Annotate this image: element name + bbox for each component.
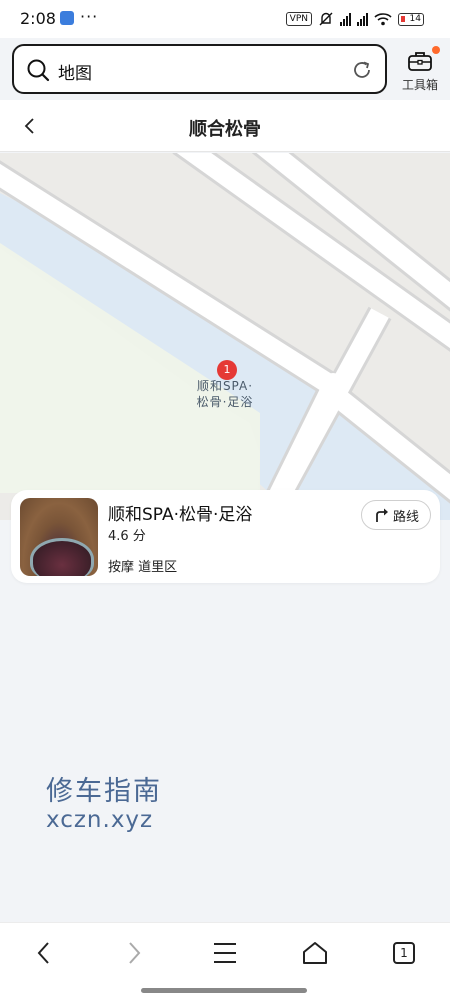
status-icons: VPN 14 [285, 10, 424, 28]
map-view[interactable] [0, 153, 450, 520]
status-bar: 2:08 ··· VPN 14 [0, 0, 450, 38]
nav-forward-button[interactable] [114, 937, 154, 969]
map-marker[interactable]: 1 [217, 360, 237, 380]
map-label-line-1: 顺和SPA· [196, 379, 254, 393]
back-arrow-icon [37, 942, 49, 964]
tab-count: 1 [393, 942, 415, 964]
refresh-icon[interactable] [351, 59, 373, 81]
page-title: 顺合松骨 [189, 119, 261, 140]
watermark-url: xczn.xyz [46, 807, 154, 833]
nav-menu-button[interactable] [205, 937, 245, 969]
poi-category-district: 按摩 道里区 [108, 560, 178, 575]
more-notifications-icon: ··· [80, 7, 99, 26]
signal-icon-2 [357, 12, 368, 26]
poi-name: 顺和SPA·松骨·足浴 [108, 505, 253, 525]
signal-icon [340, 12, 351, 26]
nav-home-button[interactable] [295, 937, 335, 969]
battery-icon: 14 [398, 12, 424, 26]
map-canvas [0, 153, 450, 520]
nav-tabs-button[interactable]: 1 [384, 937, 424, 969]
nav-back-button[interactable] [24, 937, 64, 969]
toolbox-icon [408, 52, 432, 71]
poi-card[interactable]: 顺和SPA·松骨·足浴 4.6 分 按摩 道里区 路线 [11, 490, 440, 583]
poi-rating: 4.6 分 [108, 529, 146, 544]
search-input[interactable]: 地图 [12, 44, 387, 94]
route-icon [376, 508, 388, 522]
watermark: 修车指南 xczn.xyz [46, 776, 162, 832]
poi-photo [20, 498, 98, 576]
route-button[interactable]: 路线 [361, 500, 431, 530]
search-icon [27, 59, 50, 82]
route-button-label: 路线 [392, 509, 419, 525]
map-label-line-2: 松骨·足浴 [196, 395, 254, 409]
home-icon [303, 942, 327, 964]
menu-icon [214, 943, 236, 963]
status-time: 2:08 [20, 9, 56, 28]
wifi-icon [374, 13, 392, 26]
search-input-value: 地图 [58, 64, 92, 84]
vpn-icon: VPN [285, 12, 312, 26]
home-indicator[interactable] [141, 988, 307, 993]
forward-arrow-icon [129, 942, 141, 964]
toolbox-button[interactable]: 工具箱 [398, 46, 442, 94]
mute-icon [319, 12, 333, 26]
app-notification-icon [60, 11, 74, 25]
title-bar: 顺合松骨 [0, 100, 450, 152]
watermark-title: 修车指南 [46, 776, 162, 807]
map-poi-label[interactable]: 顺和SPA· 松骨·足浴 [178, 378, 272, 410]
notification-dot [432, 46, 440, 54]
toolbox-label: 工具箱 [401, 78, 438, 92]
